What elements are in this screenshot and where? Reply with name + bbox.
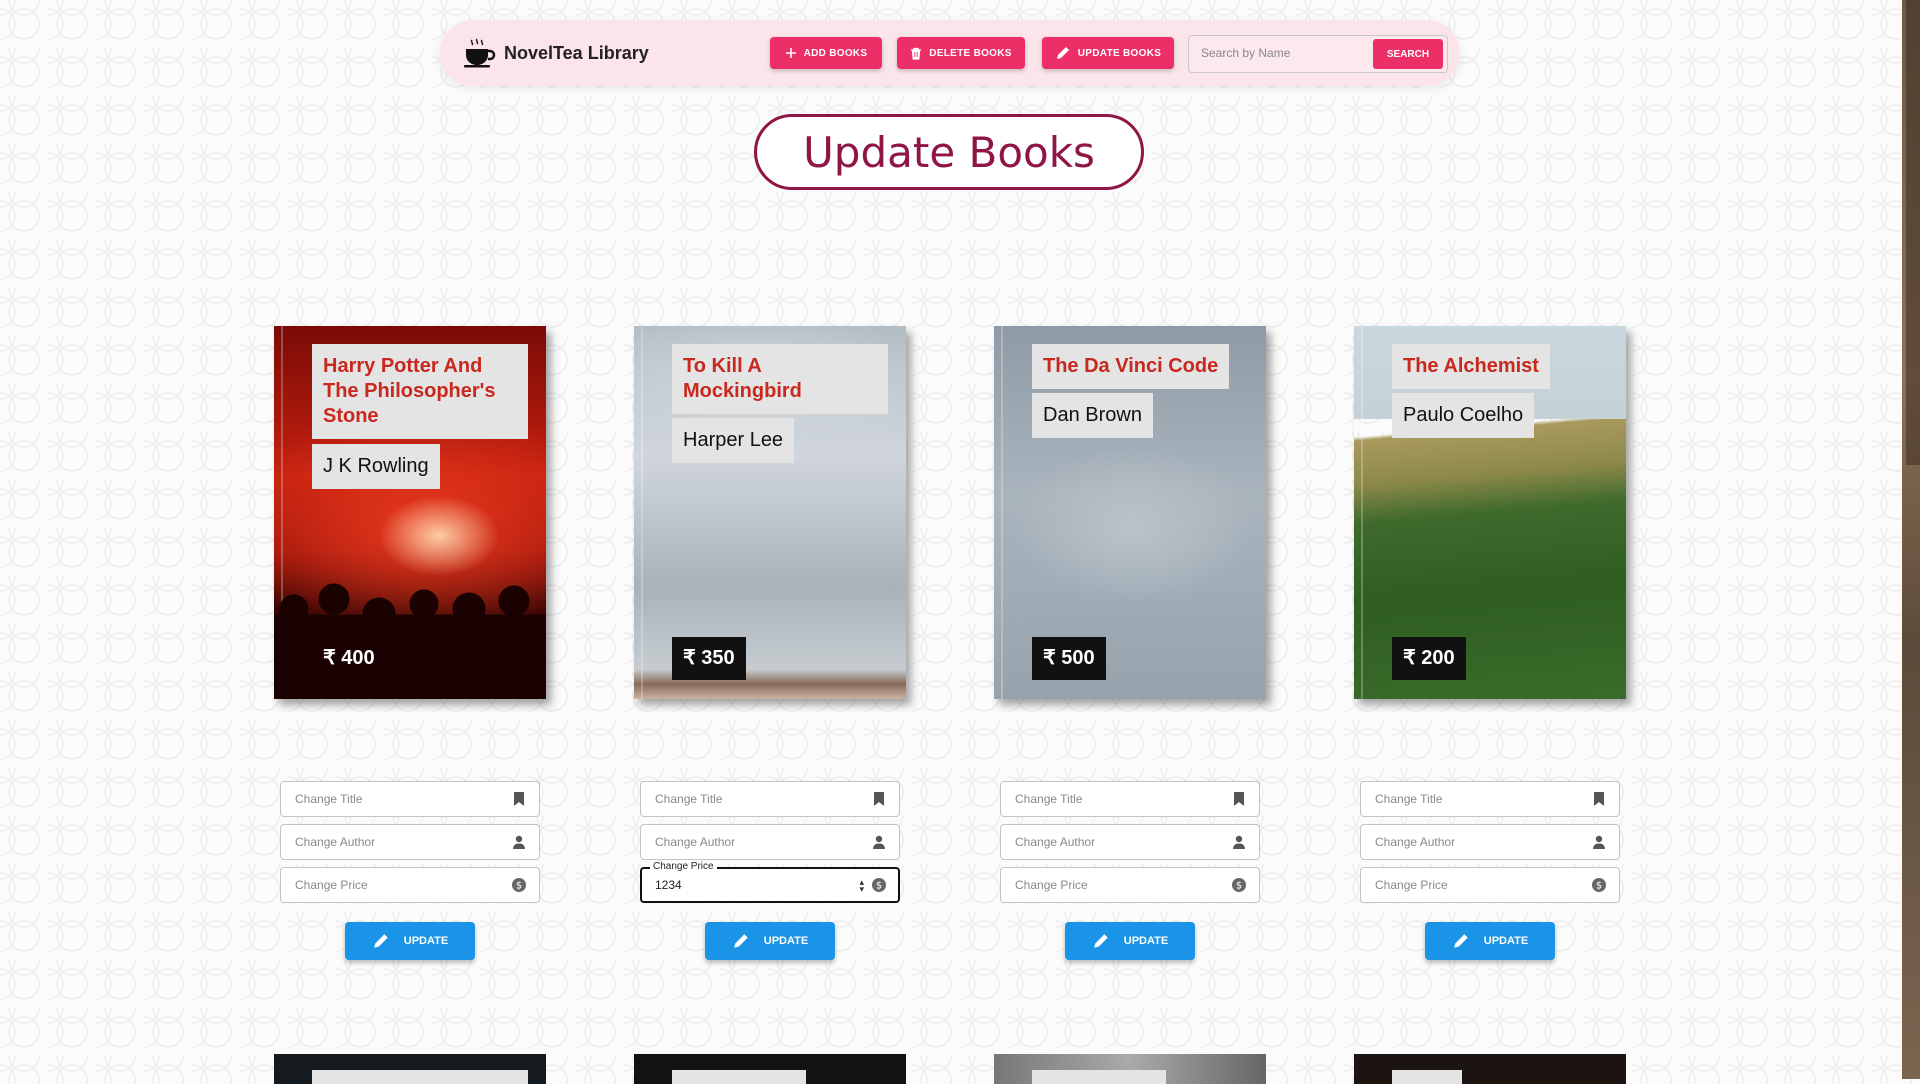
svg-text:$: $ bbox=[876, 881, 882, 892]
update-book-button[interactable]: UPDATE bbox=[705, 922, 835, 960]
book-card-partial bbox=[994, 1054, 1266, 1084]
bookmark-icon bbox=[514, 792, 524, 806]
book-title: The Da Vinci Code bbox=[1032, 344, 1230, 389]
search-box: SEARCH bbox=[1188, 35, 1448, 73]
add-books-label: ADD BOOKS bbox=[803, 47, 868, 59]
book-card-partial bbox=[1354, 1054, 1626, 1084]
book-card-partial bbox=[634, 1054, 906, 1084]
change-title-input[interactable] bbox=[653, 791, 857, 807]
change-author-field bbox=[1000, 824, 1260, 860]
person-icon bbox=[1233, 835, 1245, 849]
change-author-field bbox=[640, 824, 900, 860]
change-price-field: $ bbox=[1000, 867, 1260, 903]
change-price-input[interactable] bbox=[1373, 877, 1577, 893]
pencil-icon bbox=[1094, 934, 1108, 948]
page-title: Update Books bbox=[754, 114, 1144, 190]
person-icon bbox=[1593, 835, 1605, 849]
book-title-partial bbox=[312, 1070, 528, 1084]
change-price-input[interactable] bbox=[293, 877, 497, 893]
person-icon bbox=[513, 835, 525, 849]
change-price-input[interactable] bbox=[653, 877, 857, 893]
update-book-button[interactable]: UPDATE bbox=[1065, 922, 1195, 960]
search-button-label: SEARCH bbox=[1386, 48, 1430, 60]
trash-icon bbox=[911, 47, 922, 60]
delete-books-button[interactable]: DELETE BOOKS bbox=[897, 37, 1025, 69]
person-icon bbox=[873, 835, 885, 849]
book-title: To Kill A Mockingbird bbox=[672, 344, 888, 414]
change-title-field bbox=[640, 781, 900, 817]
book-card-partial bbox=[274, 1054, 546, 1084]
book-price: ₹ 400 bbox=[323, 647, 375, 669]
change-title-field bbox=[280, 781, 540, 817]
change-title-input[interactable] bbox=[1373, 791, 1577, 807]
update-book-button[interactable]: UPDATE bbox=[345, 922, 475, 960]
change-price-field: $ bbox=[280, 867, 540, 903]
price-icon: $ bbox=[512, 878, 526, 892]
change-author-input[interactable] bbox=[1373, 834, 1577, 850]
change-title-input[interactable] bbox=[1013, 791, 1217, 807]
book-card: The Alchemist Paulo Coelho ₹ 200 bbox=[1354, 326, 1626, 699]
change-author-input[interactable] bbox=[653, 834, 857, 850]
change-author-input[interactable] bbox=[1013, 834, 1217, 850]
book-author: Paulo Coelho bbox=[1392, 393, 1535, 438]
pencil-icon bbox=[734, 934, 748, 948]
book-price: ₹ 500 bbox=[1032, 637, 1106, 680]
book-author: Dan Brown bbox=[1032, 393, 1153, 438]
book-title-partial bbox=[1392, 1070, 1462, 1084]
book-title-partial bbox=[1032, 1070, 1166, 1084]
update-button-label: UPDATE bbox=[1123, 935, 1169, 947]
book-price: ₹ 350 bbox=[672, 637, 746, 680]
update-book-button[interactable]: UPDATE bbox=[1425, 922, 1555, 960]
change-author-field bbox=[280, 824, 540, 860]
change-price-input[interactable] bbox=[1013, 877, 1217, 893]
book-title: The Alchemist bbox=[1392, 344, 1550, 389]
brand-name: NovelTea Library bbox=[504, 42, 649, 63]
svg-text:$: $ bbox=[516, 881, 522, 892]
book-card: Harry Potter And The Philosopher's Stone… bbox=[274, 326, 546, 699]
bookmark-icon bbox=[1234, 792, 1244, 806]
brand[interactable]: NovelTea Library bbox=[462, 36, 649, 70]
search-button[interactable]: SEARCH bbox=[1373, 39, 1443, 69]
svg-text:$: $ bbox=[1596, 881, 1602, 892]
change-price-field: Change Price ▴▾ $ bbox=[640, 861, 900, 903]
number-spinner[interactable]: ▴ ▾ bbox=[859, 878, 864, 894]
update-button-label: UPDATE bbox=[763, 935, 809, 947]
book-title: Harry Potter And The Philosopher's Stone bbox=[312, 344, 528, 439]
add-books-button[interactable]: ADD BOOKS bbox=[770, 37, 882, 69]
pencil-icon bbox=[1056, 47, 1069, 59]
bookmark-icon bbox=[1594, 792, 1604, 806]
price-icon: $ bbox=[1592, 878, 1606, 892]
book-card: To Kill A Mockingbird Harper Lee ₹ 350 bbox=[634, 326, 906, 699]
plus-icon bbox=[785, 48, 796, 58]
update-button-label: UPDATE bbox=[403, 935, 449, 947]
change-title-input[interactable] bbox=[293, 791, 497, 807]
teacup-icon bbox=[464, 38, 496, 68]
book-price: ₹ 200 bbox=[1392, 637, 1466, 680]
book-author: Harper Lee bbox=[672, 418, 795, 463]
bookmark-icon bbox=[874, 792, 884, 806]
pencil-icon bbox=[1454, 934, 1468, 948]
price-icon: $ bbox=[1232, 878, 1246, 892]
pencil-icon bbox=[374, 934, 388, 948]
change-title-field bbox=[1000, 781, 1260, 817]
scrollbar-thumb[interactable] bbox=[1906, 0, 1920, 465]
change-title-field bbox=[1360, 781, 1620, 817]
update-books-button[interactable]: UPDATE BOOKS bbox=[1042, 37, 1174, 69]
update-books-label: UPDATE BOOKS bbox=[1077, 47, 1162, 59]
price-icon: $ bbox=[872, 878, 886, 892]
book-title-partial bbox=[672, 1070, 806, 1084]
change-price-field: $ bbox=[1360, 867, 1620, 903]
navbar: NovelTea Library ADD BOOKS DELETE BOOKS … bbox=[440, 20, 1460, 86]
update-button-label: UPDATE bbox=[1483, 935, 1529, 947]
svg-text:$: $ bbox=[1236, 881, 1242, 892]
change-author-field bbox=[1360, 824, 1620, 860]
book-author: J K Rowling bbox=[312, 444, 440, 489]
search-input[interactable] bbox=[1199, 45, 1363, 61]
change-price-label: Change Price bbox=[650, 861, 717, 872]
book-card: The Da Vinci Code Dan Brown ₹ 500 bbox=[994, 326, 1266, 699]
change-author-input[interactable] bbox=[293, 834, 497, 850]
delete-books-label: DELETE BOOKS bbox=[929, 47, 1012, 59]
